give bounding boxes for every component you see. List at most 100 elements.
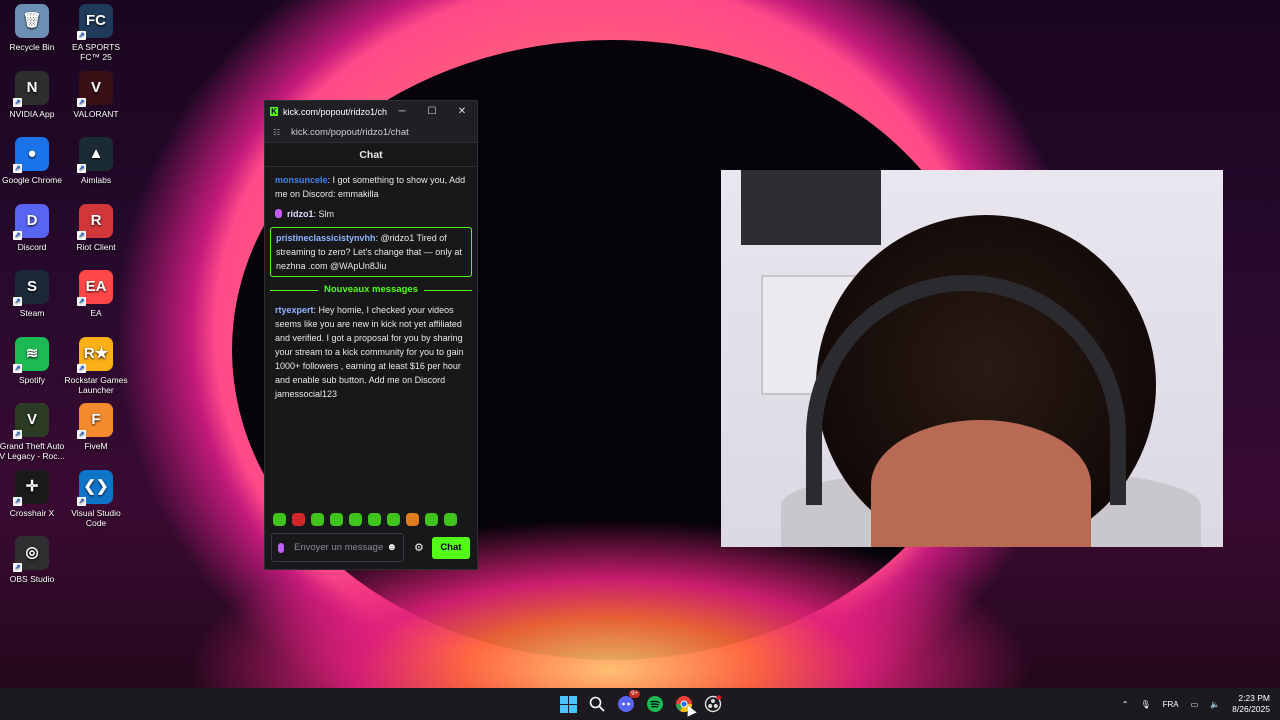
broadcaster-badge-icon [275, 209, 282, 218]
emote-icon[interactable] [273, 513, 286, 526]
app-icon: R ↗ [77, 203, 113, 240]
shortcut-arrow-icon: ↗ [13, 297, 22, 306]
shortcut-arrow-icon: ↗ [77, 31, 86, 40]
shortcut-arrow-icon: ↗ [77, 230, 86, 240]
start-button[interactable] [557, 693, 579, 715]
language-indicator[interactable]: FRA [1163, 700, 1179, 709]
chat-username[interactable]: ridzo1 [287, 209, 314, 219]
desktop-icon[interactable]: R★ ↗ Rockstar Games Launcher [63, 336, 129, 395]
chevron-up-icon[interactable]: ⌃ [1122, 700, 1129, 709]
desktop-icon[interactable]: V ↗ Grand Theft Auto V Legacy - Roc... [0, 403, 65, 461]
app-icon: ◎ ↗ [13, 536, 49, 572]
emote-icon[interactable] [292, 513, 305, 526]
shortcut-arrow-icon: ↗ [13, 164, 22, 173]
clock[interactable]: 2:23 PM 8/26/2025 [1232, 693, 1270, 715]
desktop-icon[interactable]: R ↗ Riot Client [63, 203, 129, 252]
desktop-icon-label: FiveM [84, 441, 108, 451]
desktop-icon[interactable]: ● ↗ Google Chrome [0, 137, 65, 185]
chat-text: : Hey homie, I checked your videos seems… [275, 305, 464, 399]
kick-chat-window: K kick.com/popout/ridzo1/ch... ─ ☐ ✕ ☷ k… [264, 100, 478, 570]
desktop-icon[interactable]: 🗑 Recycle Bin [0, 4, 65, 52]
emoji-picker-icon[interactable]: ☻ [386, 542, 397, 553]
desktop-icon[interactable]: ❮❯ ↗ Visual Studio Code [63, 469, 129, 528]
desktop-icon[interactable]: ▲ ↗ Aimlabs [63, 137, 129, 185]
maximize-button[interactable]: ☐ [417, 106, 447, 117]
desktop-icon-label: Crosshair X [9, 507, 55, 518]
emote-icon[interactable] [406, 513, 419, 526]
app-icon: EA ↗ [77, 270, 113, 306]
taskbar-obs[interactable] [702, 693, 724, 715]
taskbar-spotify[interactable] [644, 693, 666, 715]
desktop-icon[interactable]: ✛ ↗ Crosshair X [0, 469, 65, 518]
desktop-icon-label: Spotify [19, 374, 45, 385]
app-icon: ▲ ↗ [77, 137, 113, 173]
app-icon: ❮❯ ↗ [77, 469, 113, 506]
desktop-icon[interactable]: FC ↗ EA SPORTS FC™ 25 [63, 4, 129, 62]
chat-username[interactable]: pristineclassicistynvhh [276, 233, 376, 243]
spotify-icon [647, 696, 663, 712]
chat-message: ridzo1: Slm [275, 207, 467, 221]
webcam-preview [721, 170, 1223, 547]
app-icon: FC ↗ [77, 4, 113, 40]
emote-icon[interactable] [425, 513, 438, 526]
desktop-icon[interactable]: N ↗ NVIDIA App [0, 70, 65, 119]
volume-icon[interactable]: 🔈 [1210, 700, 1220, 709]
desktop-icon-label: NVIDIA App [9, 108, 55, 119]
settings-icon[interactable]: ⚙ [414, 541, 424, 554]
taskbar-discord[interactable]: 9+ [615, 690, 640, 715]
app-icon: D ↗ [13, 203, 49, 240]
app-icon: S ↗ [13, 270, 49, 306]
quick-emotes [273, 513, 457, 526]
emote-icon[interactable] [349, 513, 362, 526]
clock-date: 8/26/2025 [1232, 704, 1270, 714]
shortcut-arrow-icon: ↗ [13, 496, 22, 506]
desktop-icon[interactable]: D ↗ Discord [0, 203, 65, 252]
shortcut-arrow-icon: ↗ [13, 97, 22, 107]
window-titlebar[interactable]: K kick.com/popout/ridzo1/ch... ─ ☐ ✕ [265, 101, 477, 122]
emote-icon[interactable] [444, 513, 457, 526]
network-icon[interactable]: ▭ [1191, 700, 1199, 709]
desktop-icon[interactable]: S ↗ Steam [0, 270, 65, 318]
desktop-icon-label: Visual Studio Code [71, 507, 121, 528]
search-button[interactable] [586, 693, 608, 715]
desktop-icon[interactable]: ◎ ↗ OBS Studio [0, 536, 65, 584]
webcam-background-printer [741, 170, 881, 245]
desktop-icon[interactable]: F ↗ FiveM [63, 403, 129, 451]
chat-username[interactable]: monsuncele [275, 175, 328, 185]
desktop-icon[interactable]: V ↗ VALORANT [63, 70, 129, 119]
emote-icon[interactable] [311, 513, 324, 526]
chat-input-placeholder: Envoyer un message [294, 541, 384, 553]
app-icon: F ↗ [77, 403, 113, 439]
address-bar[interactable]: ☷ kick.com/popout/ridzo1/chat [265, 122, 477, 143]
desktop-icon-label: Steam [19, 308, 45, 318]
microphone-icon[interactable]: 🎙 [1140, 700, 1150, 709]
url-text: kick.com/popout/ridzo1/chat [291, 126, 409, 138]
shortcut-arrow-icon: ↗ [13, 430, 22, 439]
emote-icon[interactable] [330, 513, 343, 526]
app-icon: ≋ ↗ [13, 336, 49, 373]
minimize-button[interactable]: ─ [387, 106, 417, 117]
send-chat-button[interactable]: Chat [431, 536, 470, 559]
emote-icon[interactable] [387, 513, 400, 526]
emote-icon[interactable] [368, 513, 381, 526]
chat-input[interactable]: Envoyer un message ☻ [271, 533, 404, 562]
new-messages-divider: Nouveaux messages [270, 283, 472, 297]
shortcut-arrow-icon: ↗ [13, 230, 22, 240]
desktop-icon[interactable]: EA ↗ EA [63, 270, 129, 318]
taskbar-apps: 9+ [557, 690, 724, 715]
chat-username[interactable]: rtyexpert [275, 305, 314, 315]
clock-time: 2:23 PM [1238, 693, 1270, 703]
shortcut-arrow-icon: ↗ [13, 363, 22, 373]
chat-header: Chat [265, 143, 477, 167]
shortcut-arrow-icon: ↗ [77, 164, 86, 173]
window-title: kick.com/popout/ridzo1/ch... [283, 106, 387, 117]
site-info-icon[interactable]: ☷ [273, 128, 283, 137]
close-button[interactable]: ✕ [447, 106, 477, 117]
shortcut-arrow-icon: ↗ [77, 97, 86, 107]
desktop-icon[interactable]: ≋ ↗ Spotify [0, 336, 65, 385]
desktop-icon-label: VALORANT [73, 108, 119, 119]
windows-icon [559, 695, 577, 713]
chat-message: rtyexpert: Hey homie, I checked your vid… [275, 303, 467, 401]
shortcut-arrow-icon: ↗ [13, 563, 22, 572]
app-icon: 🗑 [15, 4, 49, 38]
